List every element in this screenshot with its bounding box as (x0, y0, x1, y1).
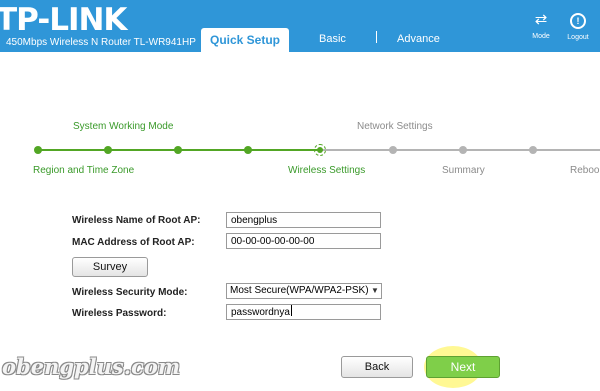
step-dot-6 (389, 146, 397, 154)
router-model: 450Mbps Wireless N Router TL-WR941HP (6, 37, 196, 48)
mode-button[interactable]: ⇄ Mode (528, 11, 554, 41)
security-mode-select[interactable]: Most Secure(WPA/WPA2-PSK) (226, 283, 382, 299)
step-label-summary: Summary (442, 165, 485, 176)
step-label-reboot: Reboo (570, 165, 600, 176)
text-cursor (290, 305, 292, 316)
power-icon: ! (565, 12, 591, 29)
chevron-down-icon[interactable]: ▼ (368, 283, 382, 299)
next-button[interactable]: Next (426, 356, 500, 378)
password-input[interactable]: passwordnya (226, 304, 381, 320)
brand-logo: TP-LINK (0, 2, 127, 38)
root-ap-name-label: Wireless Name of Root AP: (72, 215, 201, 226)
logout-label: Logout (567, 34, 589, 41)
step-dot-4 (244, 146, 252, 154)
step-label-region-time-zone: Region and Time Zone (33, 165, 135, 176)
step-dot-1 (34, 146, 42, 154)
header-bar: TP-LINK 450Mbps Wireless N Router TL-WR9… (0, 0, 600, 60)
step-dot-2 (104, 146, 112, 154)
tab-quick-setup[interactable]: Quick Setup (201, 28, 289, 55)
site-watermark: obengplus.com (2, 354, 181, 379)
password-label: Wireless Password: (72, 308, 167, 319)
step-label-wireless-settings: Wireless Settings (288, 165, 366, 176)
header-divider (0, 52, 600, 60)
back-button[interactable]: Back (341, 356, 413, 378)
root-ap-mac-input[interactable]: 00-00-00-00-00-00 (226, 233, 381, 249)
step-label-network-settings: Network Settings (357, 121, 433, 132)
step-dot-current (317, 147, 323, 153)
root-ap-mac-label: MAC Address of Root AP: (72, 237, 195, 248)
mode-label: Mode (532, 33, 550, 40)
step-dot-7 (459, 146, 467, 154)
security-mode-label: Wireless Security Mode: (72, 287, 188, 298)
tab-basic[interactable]: Basic (319, 33, 346, 45)
tab-separator (376, 31, 377, 43)
survey-button[interactable]: Survey (72, 257, 148, 277)
step-dot-3 (174, 146, 182, 154)
swap-arrows-icon: ⇄ (534, 11, 548, 28)
root-ap-name-input[interactable]: obengplus (226, 212, 381, 228)
tab-advance[interactable]: Advance (397, 33, 440, 45)
password-value: passwordnya (231, 307, 290, 318)
logout-button[interactable]: ! Logout (565, 12, 591, 41)
step-label-system-working-mode: System Working Mode (73, 121, 174, 132)
step-dot-8 (529, 146, 537, 154)
